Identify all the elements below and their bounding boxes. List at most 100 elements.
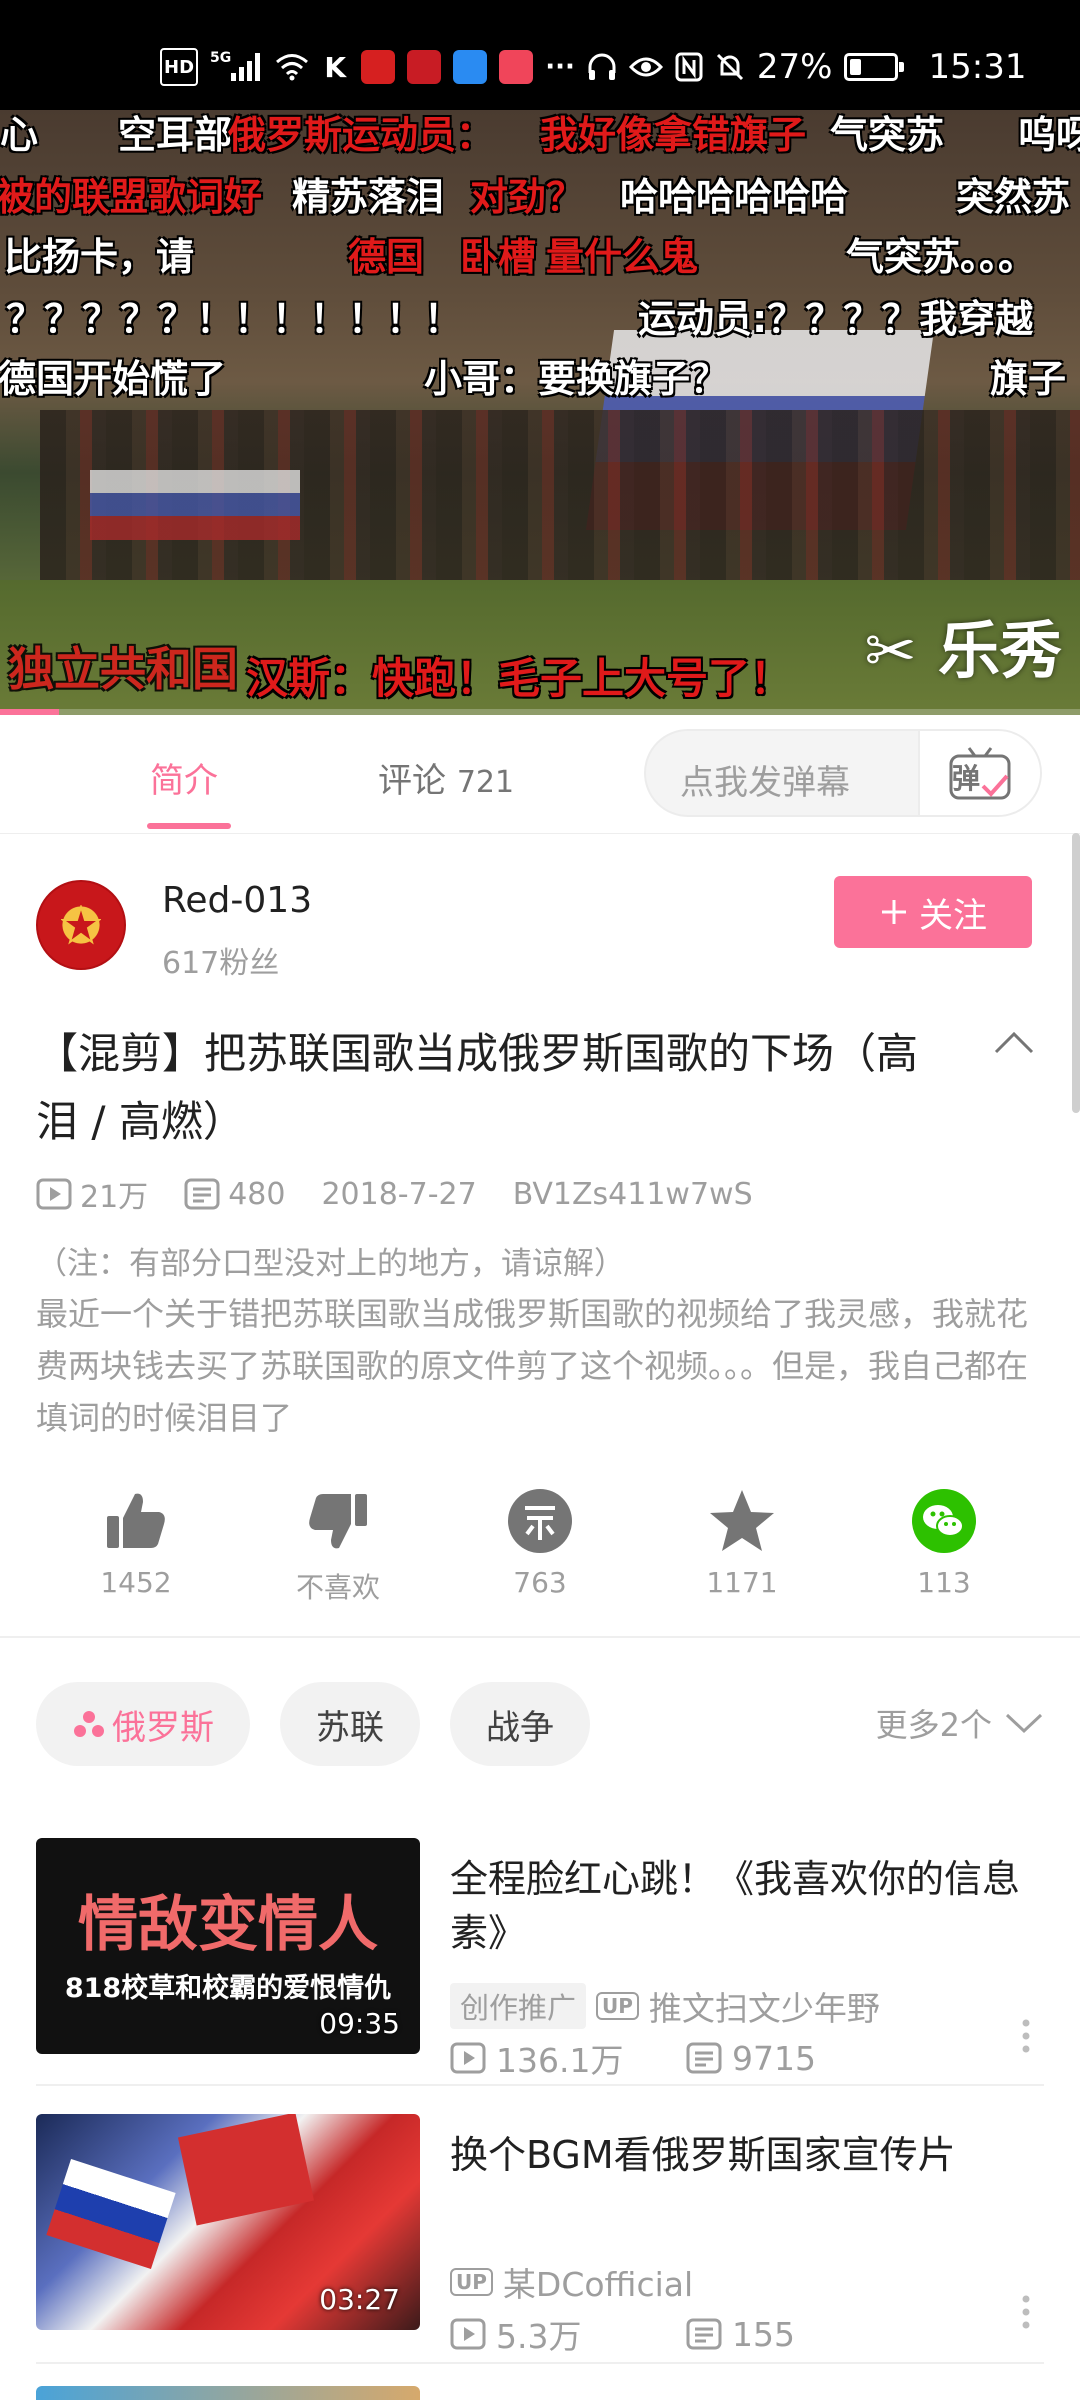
danmaku-comment: 小哥：要换旗子？ xyxy=(424,357,729,401)
chevron-down-icon xyxy=(1005,1713,1043,1734)
tag-chip[interactable]: 战争 xyxy=(450,1682,590,1766)
battery-percent: 27% xyxy=(756,47,833,87)
danmaku-comment: 气突苏 xyxy=(830,113,945,157)
up-icon: UP xyxy=(596,1992,639,2020)
danmaku-comment: 我好像拿错旗子 xyxy=(540,113,807,157)
more-tags-button[interactable]: 更多2个 xyxy=(876,1700,1044,1746)
danmaku-comment: 俄罗斯运动员： xyxy=(228,113,495,157)
danmaku-comment: 空耳部 xyxy=(118,113,233,157)
video-meta: 21万 480 2018-7-27 BV1Zs411w7wS xyxy=(36,1172,753,1216)
like-button[interactable]: 1452 xyxy=(66,1480,206,1599)
chevron-up-icon[interactable] xyxy=(992,1028,1036,1058)
video-duration: 03:27 xyxy=(319,2283,400,2316)
recommended-title: 全程脸红心跳！《我喜欢你的信息素》 xyxy=(450,1857,1021,1955)
danmaku-comment: 旗子 xyxy=(990,357,1067,401)
video-duration: 09:35 xyxy=(319,2007,400,2040)
danmaku-comment: 独立共和国 xyxy=(8,642,238,696)
recommended-title: 换个BGM看俄罗斯国家宣传片 xyxy=(450,2133,956,2177)
k-app-icon: K xyxy=(324,50,347,84)
more-tags-label: 更多2个 xyxy=(875,1706,992,1744)
recommended-video[interactable]: 情敌变情人 818校草和校霸的爱恨情仇 09:35 全程脸红心跳！《我喜欢你的信… xyxy=(0,1838,1080,2080)
play-count-icon xyxy=(450,2042,486,2074)
play-count-icon xyxy=(36,1178,72,1210)
section-divider xyxy=(0,1636,1080,1638)
network-type-label: 5G xyxy=(210,50,232,66)
status-icons: HD 5G K ··· 27% 15:31 xyxy=(160,44,1026,90)
tag-label: 俄罗斯 xyxy=(112,1707,214,1748)
danmaku-comment: ？？？？？！！！！！！！ xyxy=(6,297,463,341)
more-vertical-icon[interactable] xyxy=(1020,2018,1032,2054)
favorite-count: 1171 xyxy=(706,1566,778,1599)
video-thumbnail[interactable]: 情敌变情人 818校草和校霸的爱恨情仇 09:35 xyxy=(36,1838,420,2054)
danmaku-toggle-button[interactable]: 弹 xyxy=(918,731,1040,815)
recommended-stats: 5.3万 155 xyxy=(450,2310,795,2358)
danmaku-comment: 德国开始慌了 xyxy=(0,357,227,401)
favorite-button[interactable]: 1171 xyxy=(672,1480,812,1599)
video-bvid: BV1Zs411w7wS xyxy=(512,1176,753,1212)
list-divider xyxy=(36,2362,1044,2364)
author-name[interactable]: Red-013 xyxy=(162,880,312,921)
video-title: 【混剪】把苏联国歌当成俄罗斯国歌的下场（高泪 / 高燃） xyxy=(36,1029,919,1146)
danmaku-comment: 量什么鬼 xyxy=(546,235,699,279)
up-icon: UP xyxy=(450,2268,493,2296)
promo-badge: 创作推广 xyxy=(450,1983,587,2029)
author-avatar[interactable] xyxy=(36,880,126,970)
follow-button[interactable]: 关注 xyxy=(834,876,1032,948)
danmaku-comment: 心 xyxy=(0,113,39,157)
danmaku-input[interactable]: 点我发弹幕 弹 xyxy=(644,729,1042,817)
uploader-name: 某DCofficial xyxy=(502,2265,694,2304)
thumbnail-flag-shape xyxy=(177,2114,315,2226)
danmaku-comment: 呜呀 xyxy=(1018,113,1080,157)
plus-icon xyxy=(882,900,906,924)
thumbnail-subtitle: 818校草和校霸的爱恨情仇 xyxy=(64,1973,392,2004)
hd-badge: HD xyxy=(160,48,199,86)
app-notification-icon xyxy=(499,50,534,84)
view-count: 21万 xyxy=(80,1180,149,1215)
danmaku-comment: 对劲？ xyxy=(470,175,585,219)
app-notification-icon xyxy=(453,50,488,84)
scrollbar[interactable] xyxy=(1072,833,1080,1113)
dislike-icon xyxy=(309,1494,367,1549)
recommended-source: UP 某DCofficial xyxy=(450,2258,693,2306)
tab-intro[interactable]: 简介 xyxy=(150,753,218,802)
danmaku-count-icon xyxy=(184,1178,220,1210)
favorite-icon xyxy=(710,1490,774,1551)
uploader-name: 推文扫文少年野 xyxy=(648,1989,880,2028)
tab-comments[interactable]: 评论 721 xyxy=(378,753,514,802)
watermark-text: 乐秀 xyxy=(937,614,1062,687)
wechat-icon xyxy=(912,1489,976,1553)
tag-chip[interactable]: 俄罗斯 xyxy=(36,1682,250,1766)
play-count-icon xyxy=(450,2318,486,2350)
coin-count: 763 xyxy=(513,1566,567,1599)
video-player[interactable]: 心 空耳部 俄罗斯运动员： 我好像拿错旗子 气突苏 呜呀 被的联盟歌词好 精苏落… xyxy=(0,110,1080,715)
tab-comments-label: 评论 xyxy=(378,761,446,801)
danmaku-tv-glyph: 弹 xyxy=(952,762,981,795)
danmaku-count: 155 xyxy=(732,2314,795,2354)
detail-tab-bar: 简介 评论 721 点我发弹幕 弹 xyxy=(0,715,1080,834)
dislike-button[interactable]: 不喜欢 xyxy=(268,1480,408,1604)
thumbnail-flag-shape xyxy=(46,2158,176,2270)
hot-tag-icon xyxy=(74,1711,104,1737)
recommended-video[interactable]: 03:27 换个BGM看俄罗斯国家宣传片 UP 某DCofficial 5.3万… xyxy=(0,2114,1080,2356)
more-vertical-icon[interactable] xyxy=(1020,2294,1032,2330)
recommended-stats: 136.1万 9715 xyxy=(450,2034,816,2082)
share-wechat-button[interactable]: 113 xyxy=(874,1480,1014,1599)
danmaku-comment: 汉斯：快跑！毛子上大号了！ xyxy=(246,654,793,703)
coin-button[interactable]: 763 xyxy=(470,1480,610,1599)
danmaku-count-icon xyxy=(686,2318,722,2350)
app-notification-icon xyxy=(361,50,396,84)
tag-list: 俄罗斯 苏联 战争 xyxy=(36,1682,590,1766)
next-recommendation-peek[interactable] xyxy=(36,2386,420,2400)
dislike-label: 不喜欢 xyxy=(295,1571,380,1604)
battery-icon xyxy=(844,53,905,81)
more-notifications-icon: ··· xyxy=(545,52,575,82)
eye-icon xyxy=(628,50,663,84)
danmaku-comment: 精苏落泪 xyxy=(292,175,445,219)
danmaku-comment: 气突苏。。。 xyxy=(846,235,1037,279)
mute-icon xyxy=(715,50,745,84)
video-thumbnail[interactable]: 03:27 xyxy=(36,2114,420,2330)
tag-chip[interactable]: 苏联 xyxy=(280,1682,420,1766)
danmaku-comment: 突然苏 xyxy=(956,175,1071,219)
tag-label: 苏联 xyxy=(316,1707,384,1748)
danmaku-comment: 运动员:？？？？我穿越 xyxy=(638,297,1034,341)
